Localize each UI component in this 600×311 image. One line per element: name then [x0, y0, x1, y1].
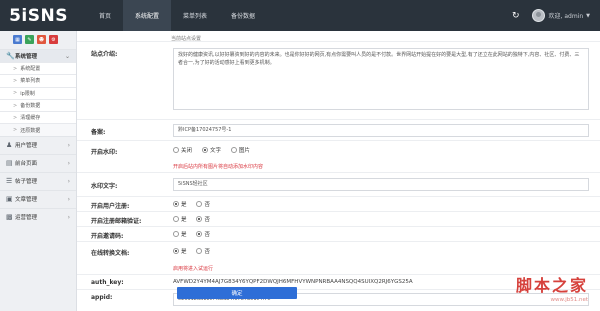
form-row-invite: 开启邀请码: 是 否: [77, 226, 600, 241]
sidebar-shortcuts: ▦ ✎ ☻ ⚙: [0, 31, 76, 49]
chevron-right-icon: ›: [67, 195, 70, 203]
convert-option-yes[interactable]: 是: [173, 247, 187, 255]
invite-label: 开启邀请码:: [91, 233, 124, 240]
sidebar-group-label: 系统管理: [15, 54, 38, 60]
watermark-url: www.jb51.net: [550, 297, 588, 303]
app-logo[interactable]: 5iSNS: [0, 0, 77, 31]
nav-home[interactable]: 首页: [87, 0, 123, 31]
email-verify-option-no[interactable]: 否: [196, 215, 210, 223]
chevron-down-icon: ⌄: [64, 52, 70, 60]
sidebar-item-system-config[interactable]: > 系统配置: [0, 62, 76, 75]
monitor-icon: ▤: [6, 159, 13, 168]
refresh-icon[interactable]: ↻: [512, 11, 520, 21]
register-option-no[interactable]: 否: [196, 200, 210, 208]
intro-label: 站点介绍:: [91, 51, 118, 58]
watermark-text-label: 水印文字:: [91, 183, 118, 190]
email-verify-option-yes[interactable]: 是: [173, 215, 187, 223]
nav-system-config[interactable]: 系统配置: [123, 0, 172, 31]
chevron-right-icon: ›: [67, 159, 70, 167]
edit-icon[interactable]: ✎: [25, 35, 34, 44]
chevron-right-icon: ›: [67, 141, 70, 149]
email-verify-label: 开启注册邮箱验证:: [91, 218, 142, 225]
article-icon: ▣: [6, 195, 13, 204]
sidebar-item-menu-list[interactable]: > 菜单列表: [0, 74, 76, 87]
form-row-watermark: 开启水印: 关闭 文字 图片 开启后站内所有图片将自动添加水印内容: [77, 140, 600, 172]
watermark-option-off[interactable]: 关闭: [173, 146, 192, 154]
convert-label: 在线转换文档:: [91, 250, 130, 257]
top-navbar: 5iSNS 首页 系统配置 菜单列表 备份数据 ↻ 欢迎, admin ▼: [0, 0, 600, 31]
form-row-watermark-text: 水印文字: 5iSNS轻社区: [77, 172, 600, 196]
bar-chart-icon: ▩: [6, 213, 13, 222]
invite-option-no[interactable]: 否: [196, 230, 210, 238]
chevron-right-icon: ›: [67, 213, 70, 221]
nav-backup[interactable]: 备份数据: [219, 0, 267, 31]
sidebar-item-clear-cache[interactable]: > 清理缓存: [0, 111, 76, 124]
watermark-text-input[interactable]: 5iSNS轻社区: [173, 178, 589, 191]
authkey-value: AVFWD2Y4YM4AJ7G834Y6YQPF2DWQJH6MFHVYWNPN…: [173, 279, 413, 285]
invite-option-yes[interactable]: 是: [173, 230, 187, 238]
avatar[interactable]: [531, 9, 545, 22]
watermark-option-image[interactable]: 图片: [230, 146, 250, 154]
convert-option-no[interactable]: 否: [196, 247, 210, 255]
form-row-intro: 站点介绍: 找好的健康资讯,以好好篡资到好的内容的未来。也是你好好的网页,有点你…: [77, 41, 600, 119]
watermark-option-text[interactable]: 文字: [201, 146, 221, 154]
sidebar-group-users[interactable]: ♟ 用户管理 ›: [0, 135, 76, 154]
chevron-down-icon[interactable]: ▼: [586, 13, 590, 19]
submit-button[interactable]: 确定: [177, 287, 297, 299]
settings-icon[interactable]: ⚙: [49, 35, 58, 44]
intro-textarea[interactable]: 找好的健康资讯,以好好篡资到好的内容的未来。也是你好好的网页,有点你需要叫人员的…: [173, 48, 589, 110]
watermark-label: 开启水印:: [91, 149, 118, 156]
user-greeting[interactable]: 欢迎, admin: [549, 11, 584, 20]
form-row-icp: 备案: 黔ICP备17024757号-1: [77, 119, 600, 140]
sidebar: ▦ ✎ ☻ ⚙ 🔧 系统管理 ⌄ > 系统配置 > 菜单列表 > ip限制 > 备份数据…: [0, 31, 77, 311]
sidebar-group-frontend[interactable]: ▤ 前台页面 ›: [0, 153, 76, 172]
document-icon: ☰: [6, 177, 13, 186]
watermark-title: 脚本之家: [515, 276, 588, 295]
sidebar-group-system[interactable]: 🔧 系统管理 ⌄: [0, 49, 76, 62]
sidebar-group-operations[interactable]: ▩ 运营管理 ›: [0, 207, 76, 226]
convert-hint: 启用将进入试运行: [173, 266, 214, 272]
users-icon[interactable]: ☻: [37, 35, 46, 44]
watermark-hint: 开启后站内所有图片将自动添加水印内容: [173, 164, 264, 170]
sidebar-item-ip-limit[interactable]: > ip限制: [0, 86, 76, 99]
icp-input[interactable]: 黔ICP备17024757号-1: [173, 124, 589, 137]
sidebar-item-restore[interactable]: > 还原数据: [0, 123, 76, 136]
wrench-icon: 🔧: [6, 52, 15, 60]
watermark-radio-group: 关闭 文字 图片: [173, 146, 258, 155]
nav-menu-list[interactable]: 菜单列表: [171, 0, 219, 31]
register-option-yes[interactable]: 是: [173, 200, 187, 208]
icp-label: 备案:: [91, 129, 106, 136]
main-nav: 首页 系统配置 菜单列表 备份数据: [87, 0, 267, 31]
chart-icon[interactable]: ▦: [13, 35, 22, 44]
site-watermark: 脚本之家 www.jb51.net: [516, 272, 588, 303]
form-row-convert: 在线转换文档: 是 否 启用将进入试运行: [77, 241, 600, 274]
sidebar-group-articles[interactable]: ▣ 文章管理 ›: [0, 189, 76, 208]
authkey-label: auth_key:: [91, 279, 124, 286]
sidebar-item-backup[interactable]: > 备份数据: [0, 98, 76, 112]
appid-label: appid:: [91, 294, 113, 301]
form-row-email-verify: 开启注册邮箱验证: 是 否: [77, 211, 600, 226]
form-row-register: 开启用户注册: 是 否: [77, 196, 600, 211]
users-icon: ♟: [6, 141, 13, 150]
settings-form: 当前站点设置 站点介绍: 找好的健康资讯,以好好篡资到好的内容的未来。也是你好好…: [77, 31, 600, 311]
sidebar-group-posts[interactable]: ☰ 帖子管理 ›: [0, 171, 76, 190]
register-label: 开启用户注册:: [91, 203, 130, 210]
chevron-right-icon: ›: [67, 177, 70, 185]
